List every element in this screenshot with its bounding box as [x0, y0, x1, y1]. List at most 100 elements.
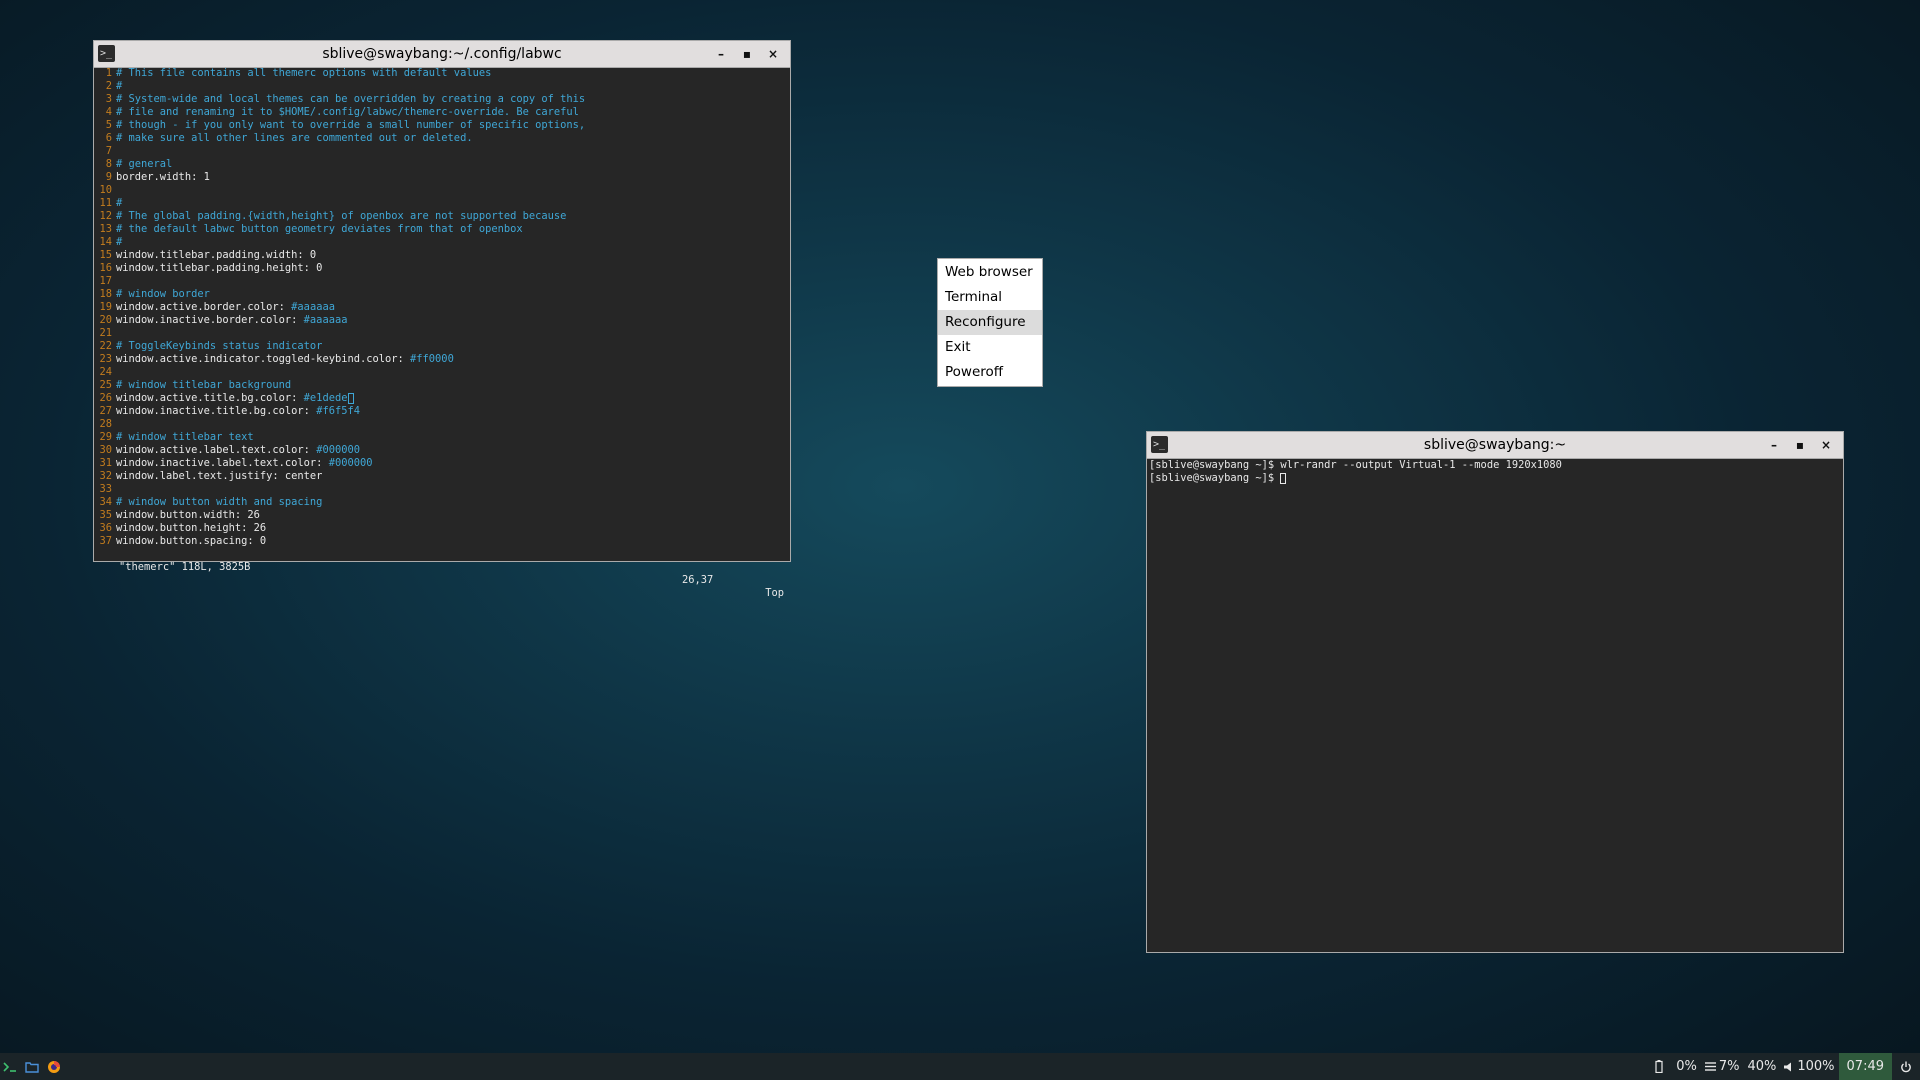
- battery-indicator[interactable]: 0%: [1651, 1053, 1701, 1080]
- memory-text: 40%: [1747, 1059, 1777, 1074]
- code-line: 27 window.inactive.title.bg.color: #f6f5f…: [94, 405, 790, 418]
- code-text: window.inactive.label.text.color:: [116, 457, 329, 469]
- code-line: 29 # window titlebar text: [94, 431, 790, 444]
- battery-text: 0%: [1676, 1059, 1697, 1074]
- line-number: 5: [105, 119, 112, 131]
- code-line: 2 #: [94, 80, 790, 93]
- menu-item-exit[interactable]: Exit: [938, 335, 1042, 360]
- code-text: border.width: 1: [116, 171, 210, 183]
- line-number: 19: [99, 301, 112, 313]
- code-text: window.active.title.bg.color:: [116, 392, 304, 404]
- value-text: #ff0000: [410, 353, 454, 365]
- comment-text: # file and renaming it to $HOME/.config/…: [116, 106, 579, 118]
- code-line: 34 # window button width and spacing: [94, 496, 790, 509]
- line-number: 25: [99, 379, 112, 391]
- power-button[interactable]: [1892, 1053, 1920, 1080]
- code-text: window.button.height: 26: [116, 522, 267, 534]
- code-line: 14 #: [94, 236, 790, 249]
- code-line: 18 # window border: [94, 288, 790, 301]
- line-number: 3: [105, 93, 112, 105]
- code-line: 1 # This file contains all themerc option…: [94, 67, 790, 80]
- clock[interactable]: 07:49: [1838, 1053, 1892, 1080]
- code-line: 15 window.titlebar.padding.width: 0: [94, 249, 790, 262]
- status-cursor-position: 26,37: [682, 574, 714, 586]
- code-line: 12 # The global padding.{width,height} of…: [94, 210, 790, 223]
- menu-item-terminal[interactable]: Terminal: [938, 285, 1042, 310]
- terminal-window[interactable]: >_ sblive@swaybang:~ – ▪ × [sblive@swayb…: [1146, 431, 1844, 953]
- code-line: 19 window.active.border.color: #aaaaaa: [94, 301, 790, 314]
- value-text: #aaaaaa: [291, 301, 335, 313]
- terminal-launcher-icon[interactable]: [2, 1059, 18, 1075]
- code-line: 36 window.button.height: 26: [94, 522, 790, 535]
- status-scroll-position: Top: [765, 587, 784, 599]
- menu-lines-icon: [1704, 1062, 1716, 1071]
- shell-prompt: [sblive@swaybang ~]$: [1149, 459, 1281, 471]
- code-line: 20 window.inactive.border.color: #aaaaaa: [94, 314, 790, 327]
- text-cursor: [348, 392, 355, 404]
- code-line: 28: [94, 418, 790, 431]
- editor-buffer[interactable]: 1 # This file contains all themerc option…: [94, 67, 790, 561]
- comment-text: # The global padding.{width,height} of o…: [116, 210, 567, 222]
- firefox-icon[interactable]: [46, 1059, 62, 1075]
- value-text: #aaaaaa: [303, 314, 348, 326]
- power-icon: [1901, 1061, 1911, 1072]
- line-number: 23: [99, 353, 112, 365]
- code-line: 10: [94, 184, 790, 197]
- terminal-output[interactable]: [sblive@swaybang ~]$ wlr-randr --output …: [1147, 458, 1843, 952]
- menu-item-web-browser[interactable]: Web browser: [938, 260, 1042, 285]
- code-line: 17: [94, 275, 790, 288]
- editor-titlebar[interactable]: >_ sblive@swaybang:~/.config/labwc – ▪ ×: [94, 41, 790, 68]
- comment-text: # make sure all other lines are commente…: [116, 132, 473, 144]
- line-number: 33: [99, 483, 112, 495]
- code-line: 5 # though - if you only want to override…: [94, 119, 790, 132]
- code-line: 3 # System-wide and local themes can be o…: [94, 93, 790, 106]
- text-cursor: [1280, 472, 1287, 484]
- comment-text: #: [116, 80, 123, 92]
- folder-icon[interactable]: [24, 1059, 40, 1075]
- comment-text: #: [116, 236, 123, 248]
- maximize-button[interactable]: ▪: [1787, 432, 1813, 458]
- volume-indicator[interactable]: 100%: [1780, 1053, 1838, 1080]
- code-text: window.titlebar.padding.height: 0: [116, 262, 323, 274]
- line-number: 22: [99, 340, 112, 352]
- code-text: window.active.border.color:: [116, 301, 292, 313]
- code-line: 22 # ToggleKeybinds status indicator: [94, 340, 790, 353]
- editor-window[interactable]: >_ sblive@swaybang:~/.config/labwc – ▪ ×…: [93, 40, 791, 599]
- terminal-line: [sblive@swaybang ~]$ wlr-randr --output …: [1147, 459, 1843, 472]
- code-line: 33: [94, 483, 790, 496]
- close-button[interactable]: ×: [1813, 432, 1839, 458]
- line-number: 37: [99, 535, 112, 547]
- code-line: 32 window.label.text.justify: center: [94, 470, 790, 483]
- menu-item-reconfigure[interactable]: Reconfigure: [938, 310, 1042, 335]
- value-text: #f6f5f4: [316, 405, 360, 417]
- line-number: 29: [99, 431, 112, 443]
- cpu-indicator[interactable]: 7%: [1701, 1053, 1744, 1080]
- code-text: window.inactive.title.bg.color:: [116, 405, 317, 417]
- memory-indicator[interactable]: 40%: [1743, 1053, 1780, 1080]
- comment-text: # though - if you only want to override …: [116, 119, 586, 131]
- minimize-button[interactable]: –: [708, 41, 734, 67]
- line-number: 14: [99, 236, 112, 248]
- terminal-window-title: sblive@swaybang:~: [1423, 437, 1567, 453]
- terminal-titlebar[interactable]: >_ sblive@swaybang:~ – ▪ ×: [1147, 432, 1843, 459]
- line-number: 2: [105, 80, 112, 92]
- code-text: window.button.width: 26: [116, 509, 260, 521]
- maximize-button[interactable]: ▪: [734, 41, 760, 67]
- minimize-button[interactable]: –: [1761, 432, 1787, 458]
- code-line: 26 window.active.title.bg.color: #e1dede: [94, 392, 790, 405]
- comment-text: # window titlebar text: [116, 431, 254, 443]
- close-button[interactable]: ×: [760, 41, 786, 67]
- code-line: 30 window.active.label.text.color: #00000…: [94, 444, 790, 457]
- root-menu: Web browser Terminal Reconfigure Exit Powero…: [937, 258, 1043, 387]
- line-number: 12: [99, 210, 112, 222]
- comment-text: # window titlebar background: [116, 379, 292, 391]
- code-line: 25 # window titlebar background: [94, 379, 790, 392]
- code-line: 7: [94, 145, 790, 158]
- line-number: 15: [99, 249, 112, 261]
- code-line: 21: [94, 327, 790, 340]
- shell-command: wlr-randr --output Virtual-1 --mode 1920…: [1280, 459, 1562, 471]
- line-number: 30: [99, 444, 112, 456]
- comment-text: # System-wide and local themes can be ov…: [116, 93, 586, 105]
- line-number: 32: [99, 470, 112, 482]
- menu-item-poweroff[interactable]: Poweroff: [938, 360, 1042, 385]
